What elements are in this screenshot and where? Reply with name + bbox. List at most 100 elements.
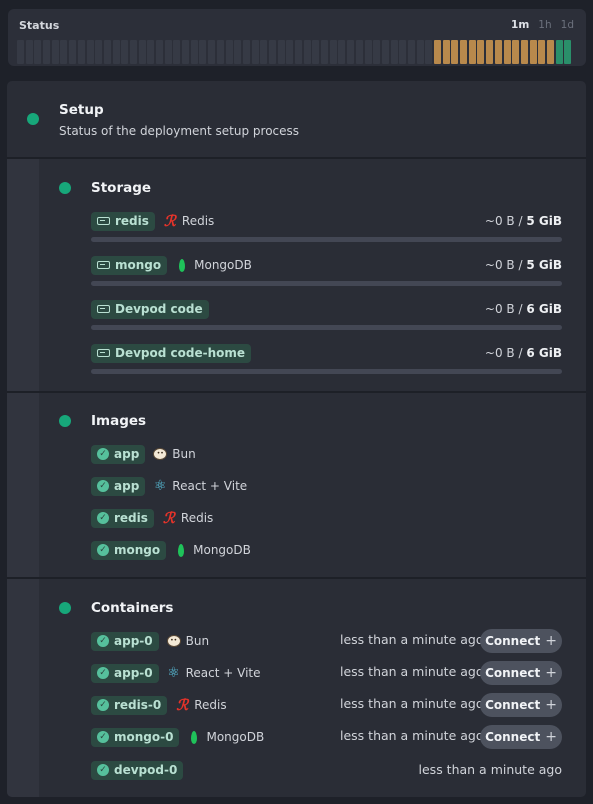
container-tag[interactable]: ✓ app-0 [91, 663, 159, 683]
status-bar-idle [17, 40, 24, 64]
image-name: app [114, 479, 140, 493]
status-bar-warn [503, 40, 511, 64]
image-tag[interactable]: ✓ redis [91, 508, 154, 528]
disk-icon [97, 305, 110, 313]
status-bar-idle [77, 40, 85, 64]
tech-label: ℛ Redis [162, 509, 213, 527]
plus-icon: + [545, 633, 557, 649]
container-tag[interactable]: ✓ devpod-0 [91, 760, 184, 780]
status-bar-idle [51, 40, 59, 64]
container-time: less than a minute ago [340, 728, 484, 743]
tech-label: ⚛ React + Vite [167, 666, 260, 680]
size-capacity: 5 GiB [526, 258, 562, 272]
status-bar-idle [164, 40, 172, 64]
status-bar-warn [520, 40, 528, 64]
check-icon: ✓ [97, 667, 109, 679]
status-bar-idle [147, 40, 155, 64]
redis-icon: ℛ [163, 212, 176, 230]
status-bar-idle [69, 40, 77, 64]
status-bar-idle [242, 40, 250, 64]
status-bar-warn [486, 40, 494, 64]
status-bar-warn [494, 40, 502, 64]
storage-usage-bar [91, 281, 562, 286]
tech-name: MongoDB [206, 730, 265, 744]
connect-label: Connect [485, 698, 541, 712]
size-capacity: 6 GiB [526, 302, 562, 316]
status-bar-idle [268, 40, 276, 64]
divider [7, 391, 586, 393]
range-tab-1d[interactable]: 1d [561, 19, 574, 31]
volume-tag[interactable]: Devpod code-home [91, 343, 252, 363]
size-used: ~0 B [484, 258, 515, 272]
status-bar-idle [277, 40, 285, 64]
range-tab-1m[interactable]: 1m [511, 19, 529, 31]
status-bar-idle [190, 40, 198, 64]
check-icon: ✓ [97, 448, 109, 460]
status-bar-warn [477, 40, 485, 64]
connect-button[interactable]: Connect + [480, 725, 562, 749]
image-tag[interactable]: ✓ app [91, 444, 146, 464]
status-bar-warn [434, 40, 441, 64]
tech-label: ⚛ React + Vite [153, 479, 247, 493]
size-capacity: 5 GiB [526, 214, 562, 228]
disk-icon [97, 261, 110, 269]
image-name: mongo [114, 543, 161, 557]
tech-label: •• Bun [166, 634, 209, 648]
tech-label: •• Bun [153, 447, 196, 461]
tech-label: MongoDB [175, 258, 252, 272]
check-icon: ✓ [97, 731, 109, 743]
status-bar-idle [34, 40, 42, 64]
storage-usage-bar [91, 237, 562, 242]
status-bar-idle [303, 40, 311, 64]
container-tag[interactable]: ✓ app-0 [91, 631, 159, 651]
connect-button[interactable]: Connect + [480, 629, 562, 653]
check-icon: ✓ [97, 512, 109, 524]
status-bar-warn [451, 40, 459, 64]
connect-label: Connect [485, 634, 541, 648]
status-bar-idle [286, 40, 294, 64]
storage-size: ~0 B / 6 GiB [485, 299, 562, 319]
container-row: ✓ app-0 ⚛ React + Vite [91, 663, 261, 683]
size-sep: / [518, 346, 523, 360]
status-bar-idle [338, 40, 346, 64]
container-tag[interactable]: ✓ redis-0 [91, 695, 168, 715]
status-bar-idle [86, 40, 94, 64]
range-tab-1h[interactable]: 1h [538, 19, 551, 31]
status-bar-idle [312, 40, 320, 64]
tech-name: React + Vite [172, 479, 248, 493]
size-used: ~0 B [484, 214, 515, 228]
status-panel: Status 1m 1h 1d [8, 9, 586, 66]
status-bar-idle [208, 40, 216, 64]
containers-title: Containers [91, 600, 174, 616]
status-bar-idle [121, 40, 129, 64]
volume-tag[interactable]: Devpod code [91, 299, 209, 319]
tech-name: Redis [194, 698, 227, 712]
status-bar-ok [555, 40, 563, 64]
status-title: Status [19, 19, 60, 32]
setup-title: Setup [59, 102, 104, 118]
connect-button[interactable]: Connect + [480, 661, 562, 685]
status-bar-ok [564, 40, 572, 64]
status-bar-idle [321, 40, 329, 64]
check-icon: ✓ [97, 480, 109, 492]
plus-icon: + [545, 665, 557, 681]
image-tag[interactable]: ✓ mongo [91, 540, 167, 560]
redis-icon: ℛ [162, 509, 175, 527]
disk-icon [97, 217, 110, 225]
tech-name: MongoDB [194, 258, 252, 272]
volume-tag[interactable]: redis [91, 211, 155, 231]
image-row: ✓ app •• Bun [91, 444, 196, 464]
status-bar-idle [347, 40, 355, 64]
container-tag[interactable]: ✓ mongo-0 [91, 727, 180, 747]
container-name: devpod-0 [114, 763, 178, 777]
status-history-bars [17, 40, 572, 64]
section-rail [7, 159, 39, 797]
tech-label: MongoDB [187, 730, 264, 744]
size-used: ~0 B [484, 302, 515, 316]
tech-label: MongoDB [174, 543, 251, 557]
image-tag[interactable]: ✓ app [91, 476, 146, 496]
volume-tag[interactable]: mongo [91, 255, 168, 275]
connect-button[interactable]: Connect + [480, 693, 562, 717]
size-used: ~0 B [484, 346, 515, 360]
disk-icon [97, 349, 110, 357]
